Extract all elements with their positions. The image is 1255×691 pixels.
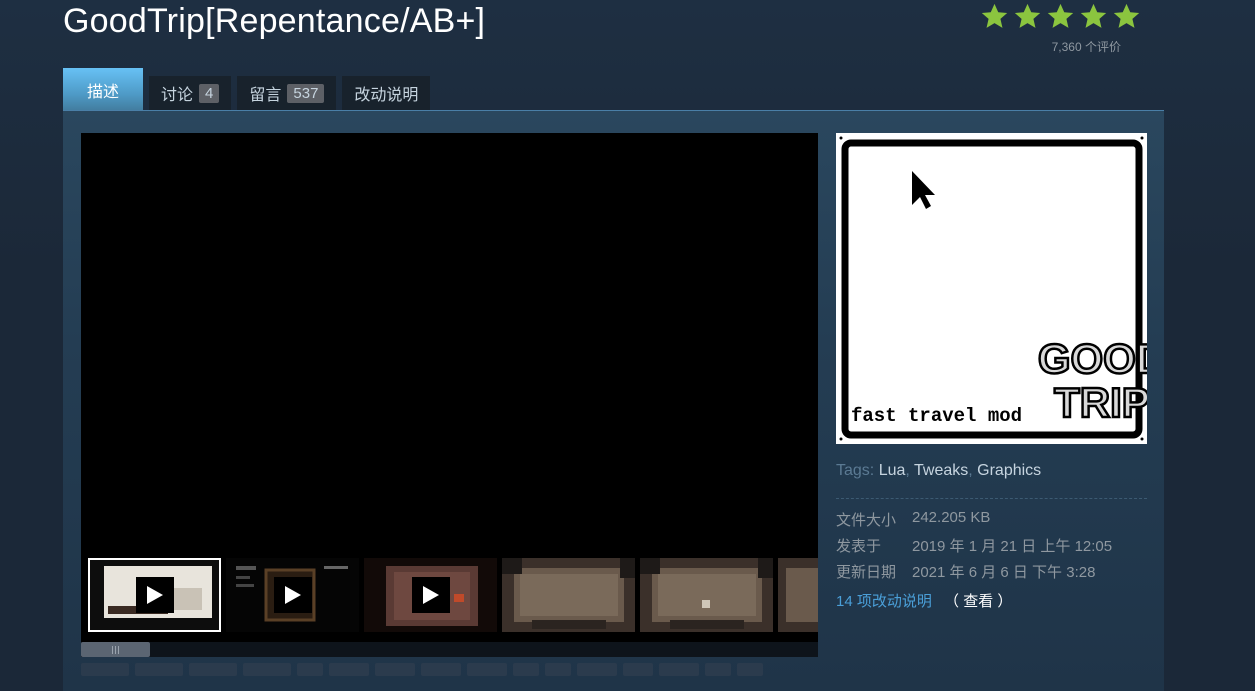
- star-icon: [1014, 3, 1041, 28]
- thumbnail-image: [640, 558, 773, 632]
- grip-icon: [111, 645, 119, 654]
- logo-tagline: fast travel mod: [851, 405, 1022, 427]
- scrollbar-handle[interactable]: [81, 642, 150, 657]
- media-thumbnail[interactable]: [88, 558, 221, 632]
- view-change-notes-link[interactable]: （ 查看 ）: [944, 593, 1012, 610]
- tag-link[interactable]: Lua: [879, 462, 906, 479]
- tab-description[interactable]: 描述: [63, 68, 144, 112]
- tab-label: 改动说明: [354, 87, 419, 104]
- description-badge: [705, 663, 731, 676]
- page-title: GoodTrip[Repentance/AB+]: [63, 2, 486, 40]
- description-icon-row: [81, 663, 763, 676]
- play-icon: [274, 577, 312, 613]
- stats-divider: [836, 498, 1147, 499]
- description-badge: [375, 663, 415, 676]
- description-badge: [329, 663, 369, 676]
- star-icon: [1047, 3, 1074, 28]
- logo-good: GOOD: [1038, 335, 1147, 382]
- tab-bar: 描述 讨论 4 留言 537 改动说明: [63, 68, 431, 112]
- rating-count: 7,360 个评价: [1051, 40, 1121, 54]
- description-badge: [467, 663, 507, 676]
- tab-label: 描述: [87, 84, 120, 101]
- logo-trip: TRIP: [1054, 379, 1147, 426]
- play-icon: [412, 577, 450, 613]
- stat-label: 文件大小: [836, 512, 897, 529]
- preview-image: GOOD TRIP fast travel mod: [836, 133, 1167, 444]
- thumbnail-scrollbar[interactable]: [81, 642, 818, 657]
- media-thumbnail[interactable]: [640, 558, 773, 632]
- change-notes-line: 14 项改动说明 （ 查看 ）: [836, 590, 1012, 611]
- change-notes-link[interactable]: 14 项改动说明: [836, 593, 932, 610]
- tab-label: 讨论: [161, 87, 194, 104]
- play-icon: [136, 577, 174, 613]
- media-thumbnail[interactable]: [778, 558, 818, 632]
- thumbnail-image: [778, 558, 818, 632]
- media-thumbnail[interactable]: [502, 558, 635, 632]
- file-stats: 文件大小 242.205 KB 发表于 2019 年 1 月 21 日 上午 1…: [836, 509, 1112, 587]
- tab-discussions[interactable]: 讨论 4: [149, 76, 232, 110]
- media-thumbnail[interactable]: [226, 558, 359, 632]
- stat-value: 2021 年 6 月 6 日 下午 3:28: [912, 564, 1096, 581]
- rating-stars: [980, 2, 1145, 31]
- stat-updated: 更新日期 2021 年 6 月 6 日 下午 3:28: [836, 561, 1112, 587]
- rating: 7,360 个评价: [980, 2, 1145, 54]
- description-badge: [737, 663, 763, 676]
- stat-label: 更新日期: [836, 564, 897, 581]
- tab-count-badge: 4: [199, 83, 220, 103]
- stat-posted: 发表于 2019 年 1 月 21 日 上午 12:05: [836, 535, 1112, 561]
- stat-label: 发表于: [836, 538, 882, 555]
- stat-value: 242.205 KB: [912, 509, 991, 526]
- description-badge: [513, 663, 539, 676]
- tag-link[interactable]: Tweaks: [914, 462, 968, 479]
- tab-change-notes[interactable]: 改动说明: [342, 76, 431, 110]
- description-badge: [577, 663, 617, 676]
- tag-separator: ,: [968, 462, 978, 479]
- description-badge: [623, 663, 653, 676]
- preview-artwork: GOOD TRIP fast travel mod: [836, 133, 1167, 444]
- tag-separator: ,: [905, 462, 915, 479]
- description-badge: [421, 663, 461, 676]
- media-thumbnail-strip: [81, 548, 818, 642]
- stat-value: 2019 年 1 月 21 日 上午 12:05: [912, 538, 1113, 555]
- video-player[interactable]: [81, 133, 818, 548]
- tab-label: 留言: [249, 87, 282, 104]
- tag-link[interactable]: Graphics: [977, 462, 1041, 479]
- description-badge: [189, 663, 237, 676]
- star-icon: [981, 3, 1008, 28]
- description-badge: [135, 663, 183, 676]
- description-badge: [545, 663, 571, 676]
- media-thumbnail[interactable]: [364, 558, 497, 632]
- thumbnail-image: [502, 558, 635, 632]
- tags-line: Tags: Lua, Tweaks, Graphics: [836, 462, 1041, 480]
- tab-comments[interactable]: 留言 537: [237, 76, 337, 110]
- description-badge: [659, 663, 699, 676]
- description-badge: [297, 663, 323, 676]
- description-badge: [243, 663, 291, 676]
- tab-count-badge: 537: [287, 83, 325, 103]
- tags-label: Tags:: [836, 462, 875, 479]
- description-badge: [81, 663, 129, 676]
- stat-file-size: 文件大小 242.205 KB: [836, 509, 1112, 535]
- star-icon: [1113, 3, 1140, 28]
- star-icon: [1080, 3, 1107, 28]
